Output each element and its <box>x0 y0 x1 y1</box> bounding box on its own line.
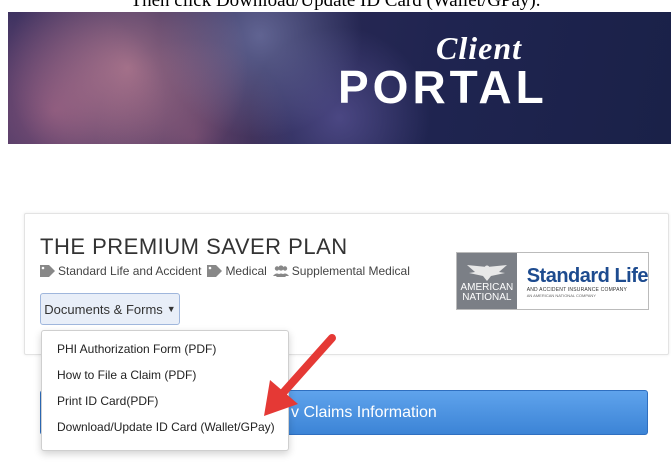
plan-tags: Standard Life and Accident Medical Suppl… <box>40 264 416 278</box>
client-portal-banner: Client PORTAL <box>8 12 671 144</box>
plan-tag-label: Standard Life and Accident <box>58 264 202 278</box>
documents-forms-button[interactable]: Documents & Forms ▼ <box>40 293 180 325</box>
insurer-logo: AMERICAN NATIONAL Standard Life AND ACCI… <box>456 252 649 310</box>
documents-forms-label: Documents & Forms <box>44 301 163 317</box>
caret-down-icon: ▼ <box>166 304 176 314</box>
red-pointer-arrow-icon <box>264 334 336 416</box>
instruction-text: Then click Download/Update ID Card (Wall… <box>130 0 541 11</box>
standard-life-logo: Standard Life AND ACCIDENT INSURANCE COM… <box>517 253 649 309</box>
menu-item-file-claim[interactable]: How to File a Claim (PDF) <box>42 362 288 388</box>
plan-title: THE PREMIUM SAVER PLAN <box>40 234 348 259</box>
standard-life-subtitle-2: AN AMERICAN NATIONAL COMPANY <box>526 292 596 298</box>
tag-icon <box>40 265 55 277</box>
menu-item-print-id-card[interactable]: Print ID Card(PDF) <box>42 388 288 414</box>
plan-tag: Standard Life and Accident <box>40 264 201 278</box>
documents-forms-dropdown: PHI Authorization Form (PDF) How to File… <box>41 330 289 451</box>
users-icon <box>272 265 289 277</box>
tag-icon <box>207 265 223 277</box>
plan-tag: Medical <box>207 264 267 278</box>
american-national-text-bottom: NATIONAL <box>462 292 512 303</box>
client-portal-logo-bottom: PORTAL <box>338 61 548 113</box>
eagle-icon <box>466 265 507 281</box>
american-national-logo: AMERICAN NATIONAL <box>457 253 517 309</box>
plan-tag: Supplemental Medical <box>272 264 410 278</box>
plan-tag-label: Supplemental Medical <box>291 264 410 278</box>
menu-item-phi-authorization[interactable]: PHI Authorization Form (PDF) <box>42 336 288 362</box>
plan-tag-label: Medical <box>225 264 267 278</box>
standard-life-name: Standard Life <box>526 264 649 287</box>
menu-item-download-id-card[interactable]: Download/Update ID Card (Wallet/GPay) <box>42 414 288 440</box>
